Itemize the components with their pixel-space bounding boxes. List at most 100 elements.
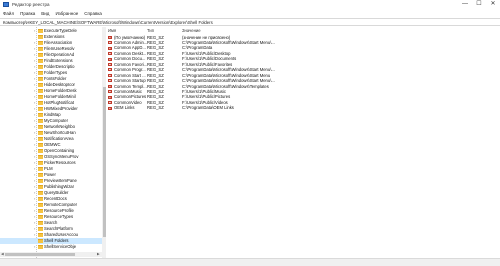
tree-item[interactable]: › FileAssociation bbox=[0, 40, 102, 46]
tree-item-label: FindExtensions bbox=[44, 58, 73, 63]
column-header-name[interactable]: Имя bbox=[108, 28, 116, 33]
string-value-icon: ab bbox=[108, 46, 112, 50]
tree-item-label: PickerResources bbox=[44, 160, 76, 165]
folder-icon bbox=[38, 101, 43, 105]
folder-icon bbox=[38, 227, 43, 231]
tree-item[interactable]: › FileOperationAd bbox=[0, 52, 102, 58]
tree-item[interactable]: › ResourceProfile bbox=[0, 208, 102, 214]
list-header: Имя Тип Значение bbox=[106, 27, 500, 34]
tree-item[interactable]: › HomeFolderMinil bbox=[0, 94, 102, 100]
string-value-icon-glyph: ab bbox=[109, 80, 113, 83]
tree-item[interactable]: › KindMap bbox=[0, 112, 102, 118]
tree-item-label: SearchPlatform bbox=[44, 226, 73, 231]
string-value-icon: ab bbox=[108, 79, 113, 83]
tree-item[interactable]: › RecentDocs bbox=[0, 196, 102, 202]
tree-item[interactable]: › OpenContaining bbox=[0, 148, 102, 154]
tree-item[interactable]: › FolderTypes bbox=[0, 70, 102, 76]
folder-icon bbox=[38, 65, 43, 69]
tree-item[interactable]: › OEMWC bbox=[0, 142, 102, 148]
tree-item-label: Power bbox=[44, 172, 56, 177]
value-row[interactable]: ab OEM Links REG_SZ C:\ProgramData\OEM Link… bbox=[106, 105, 500, 111]
close-button[interactable]: ✕ bbox=[486, 0, 500, 9]
tree-item[interactable]: › PLM bbox=[0, 166, 102, 172]
tree-item[interactable]: › ShellServiceObje bbox=[0, 244, 102, 250]
string-value-icon: ab bbox=[108, 73, 112, 78]
menu-file[interactable]: Файл bbox=[3, 11, 14, 16]
folder-icon bbox=[38, 161, 43, 165]
scroll-left-arrow-icon[interactable]: ◀ bbox=[1, 252, 4, 257]
tree-item-label: ShellServiceObje bbox=[44, 244, 77, 249]
tree-item[interactable]: › ResourceTypes bbox=[0, 214, 102, 220]
tree-item[interactable]: › HomeFolderDesk bbox=[0, 88, 102, 94]
tree-item[interactable]: › QueryBuilder bbox=[0, 190, 102, 196]
string-value-icon-glyph: ab bbox=[109, 101, 113, 105]
folder-icon bbox=[38, 83, 43, 87]
column-header-value[interactable]: Значение bbox=[182, 28, 201, 33]
string-value-icon-glyph: ab bbox=[109, 58, 113, 62]
tree-item[interactable]: › HotPlugNotificat bbox=[0, 100, 102, 106]
tree-item[interactable]: › PickerResources bbox=[0, 160, 102, 166]
string-value-icon: ab bbox=[108, 41, 112, 45]
tree-item[interactable]: › NetworkNeighbo bbox=[0, 124, 102, 130]
tree-item[interactable]: › NewShortcutHan bbox=[0, 130, 102, 136]
folder-icon bbox=[38, 173, 43, 177]
tree-item[interactable]: › FindExtensions bbox=[0, 58, 102, 64]
tree-item-label: OpenContaining bbox=[44, 148, 75, 153]
key-tree-pane[interactable]: › ExecuteTypeDele Extensions › FileAssociati… bbox=[0, 27, 105, 258]
tree-item-label: QueryBuilder bbox=[44, 190, 69, 195]
tree-item[interactable]: › PublishingWizar bbox=[0, 184, 102, 190]
tree-item[interactable]: Extensions bbox=[0, 34, 102, 40]
folder-icon bbox=[38, 233, 43, 237]
tree-item-label: ResourceTypes bbox=[44, 214, 74, 219]
tree-item-label: NetworkNeighbo bbox=[44, 124, 75, 129]
tree-item-label: MyComputer bbox=[44, 118, 68, 123]
tree-item-label: RemoteComputer bbox=[44, 202, 78, 207]
values-list-pane[interactable]: Имя Тип Значение ab (По умолчанию) REG_SZ(… bbox=[106, 27, 500, 258]
menu-view[interactable]: Вид bbox=[41, 11, 49, 16]
tree-item[interactable]: › FontsFolder bbox=[0, 76, 102, 82]
tree-item[interactable]: › HideDesktopIcor bbox=[0, 82, 102, 88]
tree-item-label: FolderDescriptio bbox=[44, 64, 75, 69]
minimize-button[interactable]: — bbox=[458, 0, 472, 9]
string-value-icon: ab bbox=[108, 90, 112, 94]
tree-horizontal-scrollbar[interactable]: ◀ ▶ bbox=[0, 252, 102, 257]
string-value-icon-glyph: ab bbox=[109, 85, 113, 89]
tree-item[interactable]: › OSSyncMenuProv bbox=[0, 154, 102, 160]
folder-icon bbox=[38, 143, 43, 147]
address-bar[interactable]: Компьютер\HKEY_LOCAL_MACHINE\SOFTWARE\Mi… bbox=[0, 18, 500, 26]
tree-item[interactable]: › Power bbox=[0, 172, 102, 178]
tree-item[interactable]: › SharedUserAccou bbox=[0, 232, 102, 238]
string-value-icon-glyph: ab bbox=[109, 96, 113, 100]
tree-item[interactable]: › MyComputer bbox=[0, 118, 102, 124]
menu-favorites[interactable]: Избранное bbox=[55, 11, 78, 16]
tree-horizontal-scroll-thumb[interactable] bbox=[5, 253, 75, 256]
maximize-button[interactable]: ☐ bbox=[472, 0, 486, 9]
tree-item[interactable]: › FileInUseResolv bbox=[0, 46, 102, 52]
tree-item[interactable]: › PreviewItemPane bbox=[0, 178, 102, 184]
menu-edit[interactable]: Правка bbox=[20, 11, 35, 16]
tree-item[interactable]: › NotificationArea bbox=[0, 136, 102, 142]
tree-item-label: PLM bbox=[44, 166, 53, 171]
address-path[interactable]: Компьютер\HKEY_LOCAL_MACHINE\SOFTWARE\Mi… bbox=[3, 20, 213, 25]
tree-item[interactable]: › RemoteComputer bbox=[0, 202, 102, 208]
tree-item[interactable]: › FolderDescriptio bbox=[0, 64, 102, 70]
tree-item-label: HomeFolderDesk bbox=[44, 88, 77, 93]
menu-help[interactable]: Справка bbox=[84, 11, 102, 16]
scroll-right-arrow-icon[interactable]: ▶ bbox=[97, 252, 100, 257]
tree-item-label: FontsFolder bbox=[44, 76, 67, 81]
folder-icon bbox=[38, 89, 43, 93]
tree-item[interactable]: › Search bbox=[0, 220, 102, 226]
tree-item[interactable]: Shell Folders bbox=[0, 238, 102, 244]
column-header-type[interactable]: Тип bbox=[147, 28, 154, 33]
tree-item-label: HotPlugNotificat bbox=[44, 100, 75, 105]
value-type: REG_SZ bbox=[147, 105, 164, 111]
tree-item[interactable]: › SearchPlatform bbox=[0, 226, 102, 232]
folder-icon bbox=[38, 29, 43, 33]
tree-item[interactable]: › ExecuteTypeDele bbox=[0, 28, 102, 34]
tree-item[interactable]: › HWMixedProvider bbox=[0, 106, 102, 112]
string-value-icon: ab bbox=[108, 84, 113, 89]
title-bar: Редактор реестра — ☐ ✕ bbox=[0, 0, 500, 9]
string-value-icon: ab bbox=[108, 35, 112, 39]
folder-icon bbox=[38, 107, 43, 111]
folder-icon bbox=[38, 203, 43, 207]
